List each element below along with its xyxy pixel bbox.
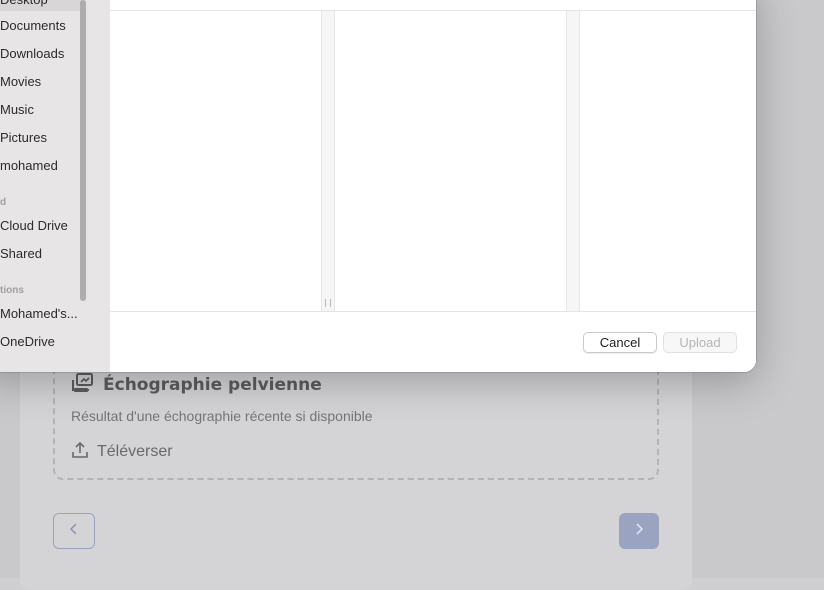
sidebar-item-onedrive[interactable]: OneDrive — [0, 331, 85, 353]
column-resize-handle[interactable] — [321, 11, 335, 311]
sidebar-item-home[interactable]: mohamed — [0, 155, 85, 177]
chevron-left-icon — [69, 522, 79, 540]
upload-button-label: Téléverser — [97, 443, 173, 460]
upload-button[interactable]: Téléverser — [71, 441, 173, 463]
sidebar-scrollbar[interactable] — [80, 0, 86, 301]
sidebar-item-icloud-drive[interactable]: Cloud Drive — [0, 215, 85, 237]
sidebar-section-icloud: d — [0, 197, 7, 208]
sidebar-section-locations: tions — [0, 285, 24, 296]
ultrasound-icon — [71, 372, 95, 399]
sidebar-item-desktop[interactable]: Desktop — [0, 0, 85, 11]
upload-title-row: Échographie pelvienne — [71, 372, 322, 398]
upload-icon — [71, 441, 89, 464]
sidebar-item-music[interactable]: Music — [0, 99, 85, 121]
sidebar-item-device[interactable]: Mohamed's... — [0, 303, 85, 325]
cancel-button[interactable]: Cancel — [583, 332, 657, 353]
file-browser: Cancel Upload — [110, 0, 756, 372]
upload-confirm-button[interactable]: Upload — [663, 332, 737, 353]
column-resize-handle[interactable] — [566, 11, 580, 311]
sidebar-item-pictures[interactable]: Pictures — [0, 127, 85, 149]
previous-button[interactable] — [53, 513, 95, 549]
chevron-right-icon — [634, 522, 644, 540]
footer-divider — [110, 311, 756, 312]
resize-grip-icon — [325, 299, 331, 307]
file-picker-dialog: Desktop Documents Downloads Movies Music… — [0, 0, 756, 372]
next-button[interactable] — [619, 513, 659, 549]
toolbar-divider — [110, 10, 756, 11]
upload-description: Résultat d'une échographie récente si di… — [71, 408, 373, 424]
sidebar-item-movies[interactable]: Movies — [0, 71, 85, 93]
dialog-sidebar: Desktop Documents Downloads Movies Music… — [0, 0, 110, 372]
sidebar-item-documents[interactable]: Documents — [0, 15, 85, 37]
sidebar-item-shared[interactable]: Shared — [0, 243, 85, 265]
upload-title: Échographie pelvienne — [103, 375, 322, 395]
sidebar-item-downloads[interactable]: Downloads — [0, 43, 85, 65]
